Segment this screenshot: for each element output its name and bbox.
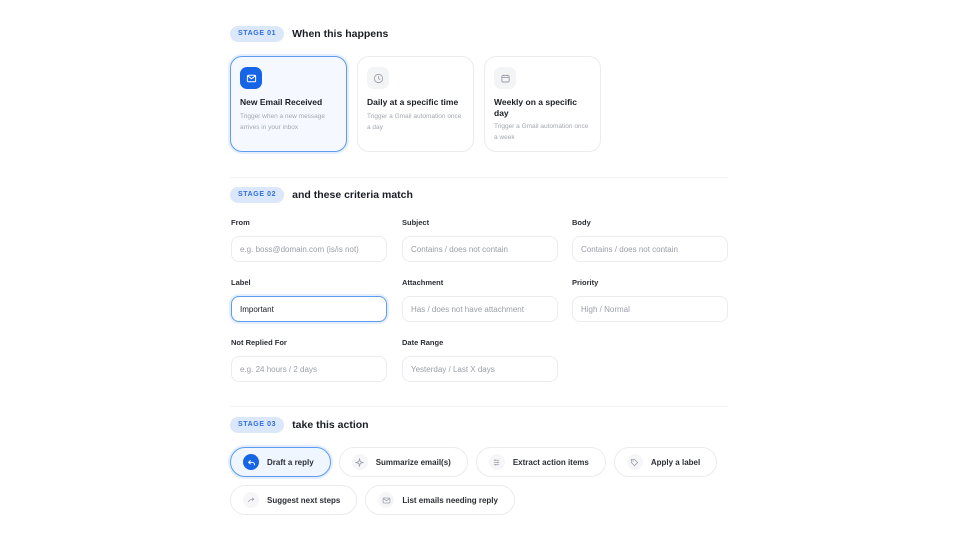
date-range-input[interactable]: Yesterday / Last X days xyxy=(402,356,558,382)
trigger-description: Trigger a Gmail automation once a day xyxy=(367,112,462,131)
label-input[interactable]: Important xyxy=(231,296,387,322)
clock-icon xyxy=(367,67,389,89)
mail-icon xyxy=(378,492,395,508)
trigger-options: New Email Received Trigger when a new me… xyxy=(230,56,601,152)
tag-icon xyxy=(626,454,643,470)
action-label: Extract action items xyxy=(512,457,589,467)
attachment-label: Attachment xyxy=(402,278,444,287)
attachment-input[interactable]: Has / does not have attachment xyxy=(402,296,558,322)
priority-label: Priority xyxy=(572,278,599,287)
stage-2-header: STAGE 02 and these criteria match xyxy=(230,187,413,203)
body-field: Body Contains / does not contain xyxy=(572,218,728,262)
trigger-card-daily[interactable]: Daily at a specific time Trigger a Gmail… xyxy=(357,56,474,152)
not-replied-field: Not Replied For e.g. 24 hours / 2 days xyxy=(231,338,387,382)
date-range-label: Date Range xyxy=(402,338,444,347)
arrow-right-icon xyxy=(243,492,259,508)
subject-label: Subject xyxy=(402,218,430,227)
action-label: Suggest next steps xyxy=(267,495,341,505)
priority-input[interactable]: High / Normal xyxy=(572,296,728,322)
date-range-field: Date Range Yesterday / Last X days xyxy=(402,338,558,382)
stage-2-title: and these criteria match xyxy=(292,189,413,201)
from-field: From e.g. boss@domain.com (is/is not) xyxy=(231,218,387,262)
from-label: From xyxy=(231,218,250,227)
action-label: Draft a reply xyxy=(267,457,314,467)
body-label: Body xyxy=(572,218,591,227)
action-label: Summarize email(s) xyxy=(375,457,451,467)
stage-3-badge: STAGE 03 xyxy=(230,417,285,433)
from-input[interactable]: e.g. boss@domain.com (is/is not) xyxy=(231,236,387,262)
action-label: Apply a label xyxy=(650,457,701,467)
not-replied-input[interactable]: e.g. 24 hours / 2 days xyxy=(231,356,387,382)
action-options: Draft a reply Summarize email(s) Extract… xyxy=(230,447,730,515)
not-replied-label: Not Replied For xyxy=(231,338,287,347)
attachment-field: Attachment Has / does not have attachmen… xyxy=(402,278,558,322)
sparkle-icon xyxy=(351,454,368,470)
calendar-icon xyxy=(494,67,516,89)
action-draft-reply[interactable]: Draft a reply xyxy=(230,447,331,477)
trigger-card-weekly[interactable]: Weekly on a specific day Trigger a Gmail… xyxy=(484,56,601,152)
action-list-emails[interactable]: List emails needing reply xyxy=(365,485,515,515)
trigger-description: Trigger a Gmail automation once a week xyxy=(494,123,589,141)
priority-field: Priority High / Normal xyxy=(572,278,728,322)
trigger-description: Trigger when a new message arrives in yo… xyxy=(240,112,326,131)
stage-3-title: take this action xyxy=(292,419,369,431)
mail-icon xyxy=(240,67,262,89)
stage-2-badge: STAGE 02 xyxy=(230,187,285,203)
list-icon xyxy=(488,454,505,470)
trigger-title: Daily at a specific time xyxy=(367,97,459,107)
trigger-title: Weekly on a specific day xyxy=(494,97,577,118)
action-label: List emails needing reply xyxy=(402,495,498,505)
trigger-card-new-email[interactable]: New Email Received Trigger when a new me… xyxy=(230,56,347,152)
action-apply-label[interactable]: Apply a label xyxy=(613,447,718,477)
stage-1-title: When this happens xyxy=(292,28,389,40)
action-summarize[interactable]: Summarize email(s) xyxy=(338,447,468,477)
reply-icon xyxy=(243,454,259,470)
trigger-title: New Email Received xyxy=(240,97,323,107)
subject-field: Subject Contains / does not contain xyxy=(402,218,558,262)
stage-1-badge: STAGE 01 xyxy=(230,26,285,42)
label-label: Label xyxy=(231,278,251,287)
label-field: Label Important xyxy=(231,278,387,322)
subject-input[interactable]: Contains / does not contain xyxy=(402,236,558,262)
section-divider xyxy=(230,406,728,407)
section-divider xyxy=(230,177,728,178)
stage-1-header: STAGE 01 When this happens xyxy=(230,26,388,42)
action-extract-items[interactable]: Extract action items xyxy=(475,447,606,477)
body-input[interactable]: Contains / does not contain xyxy=(572,236,728,262)
stage-3-header: STAGE 03 take this action xyxy=(230,417,369,433)
action-suggest-steps[interactable]: Suggest next steps xyxy=(230,485,358,515)
